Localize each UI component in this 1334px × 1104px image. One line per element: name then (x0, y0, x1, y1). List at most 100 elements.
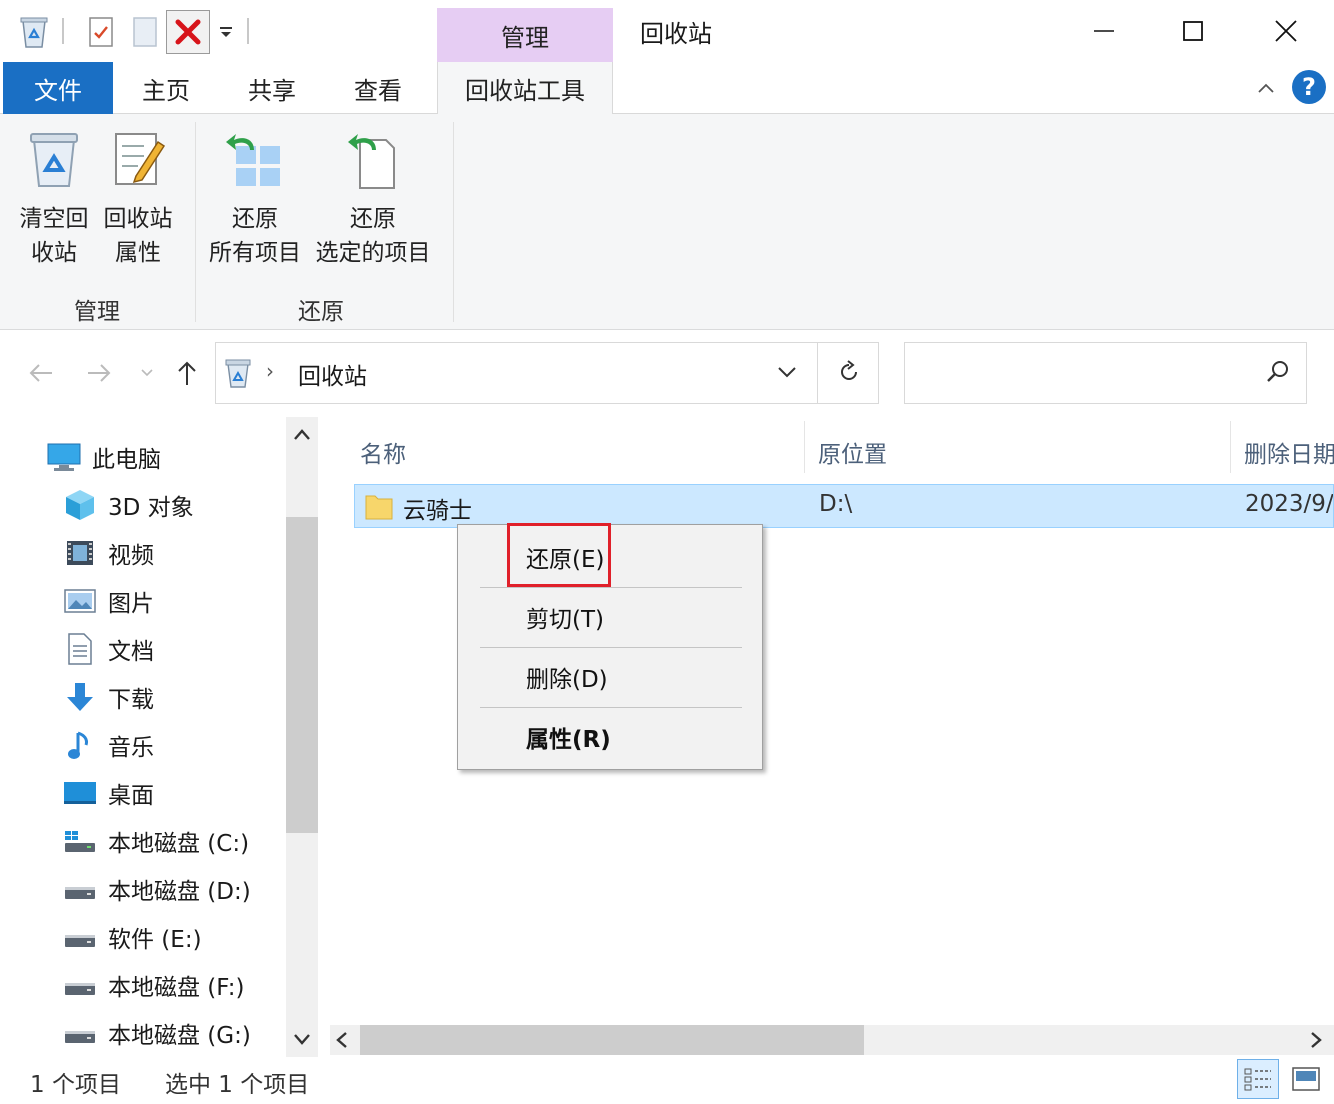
scroll-left-icon[interactable] (334, 1030, 354, 1050)
help-icon[interactable]: ? (1292, 70, 1326, 104)
tab-file[interactable]: 文件 (3, 62, 113, 114)
nav-scroll-thumb[interactable] (286, 517, 318, 833)
recent-locations-button[interactable] (136, 353, 158, 393)
recycle-bin-app-icon[interactable] (16, 10, 52, 54)
file-location: D:\ (819, 491, 853, 517)
customize-toolbar-icon[interactable] (214, 10, 238, 54)
nav-item-drive-d[interactable]: 本地磁盘 (D:) (62, 866, 251, 912)
blank-page-quick-icon[interactable] (128, 10, 162, 54)
nav-label: 本地磁盘 (C:) (108, 831, 250, 857)
menu-separator (480, 707, 742, 708)
delete-quick-icon[interactable] (166, 10, 210, 54)
restore-all-label-2: 所有项目 (209, 240, 301, 266)
tab-share[interactable]: 共享 (221, 62, 323, 114)
breadcrumb-chevron-icon[interactable]: › (266, 359, 274, 383)
search-box[interactable] (904, 342, 1307, 404)
restore-selected-icon (341, 124, 405, 194)
forward-button[interactable] (80, 353, 118, 393)
nav-item-drive-e[interactable]: 软件 (E:) (62, 914, 202, 960)
menu-item-delete[interactable]: 删除(D) (458, 649, 762, 705)
nav-item-3d-objects[interactable]: 3D 对象 (62, 482, 194, 528)
refresh-icon[interactable] (836, 359, 864, 387)
tab-recycle-bin-tools[interactable]: 回收站工具 (437, 62, 613, 115)
manage-context-tab[interactable]: 管理 (437, 8, 613, 62)
collapse-ribbon-icon[interactable] (1252, 74, 1280, 102)
column-header-location[interactable]: 原位置 (818, 427, 887, 477)
item-count: 1 个项目 (30, 1072, 121, 1098)
menu-item-properties[interactable]: 属性(R) (458, 709, 762, 765)
nav-item-drive-f[interactable]: 本地磁盘 (F:) (62, 962, 244, 1008)
desktop-icon (62, 775, 98, 811)
address-divider (817, 343, 818, 403)
nav-label: 视频 (108, 543, 154, 569)
menu-item-cut[interactable]: 剪切(T) (458, 589, 762, 645)
nav-item-drive-g[interactable]: 本地磁盘 (G:) (62, 1010, 251, 1056)
horizontal-scrollbar[interactable] (330, 1025, 1334, 1055)
restore-selected-label-1: 还原 (350, 206, 396, 232)
details-view-icon[interactable] (1237, 1059, 1279, 1099)
minimize-button[interactable] (1074, 8, 1134, 54)
up-button[interactable] (170, 353, 204, 393)
nav-label: 本地磁盘 (G:) (108, 1023, 251, 1049)
scroll-right-icon[interactable] (1308, 1030, 1328, 1050)
ribbon-panel: 清空回 收站 回收站 属性 还原 所有项目 还原 选定的项目 管理 还原 (0, 114, 1334, 330)
empty-recycle-bin-button[interactable]: 清空回 收站 (14, 124, 94, 270)
menu-label: 属性(R) (526, 727, 611, 753)
properties-label-2: 属性 (115, 240, 161, 266)
drive-icon (62, 967, 98, 1003)
menu-label: 删除(D) (526, 667, 608, 693)
nav-scrollbar[interactable] (286, 417, 318, 1057)
search-icon[interactable] (1265, 359, 1293, 387)
status-bar: 1 个项目 选中 1 个项目 (0, 1057, 1334, 1104)
large-icons-view-icon[interactable] (1286, 1059, 1326, 1099)
column-divider[interactable] (804, 421, 805, 473)
restore-selected-button[interactable]: 还原 选定的项目 (310, 124, 436, 270)
nav-label: 图片 (108, 591, 154, 617)
column-header-name[interactable]: 名称 (360, 427, 406, 477)
nav-item-this-pc[interactable]: 此电脑 (46, 434, 161, 480)
recycle-bin-icon (224, 357, 254, 389)
nav-item-desktop[interactable]: 桌面 (62, 770, 154, 816)
tab-home[interactable]: 主页 (115, 62, 217, 114)
computer-icon (46, 439, 82, 475)
group-divider (195, 122, 196, 322)
tab-view[interactable]: 查看 (327, 62, 429, 114)
column-divider[interactable] (1230, 421, 1231, 473)
table-row[interactable]: 云骑士 D:\ 2023/9/ (354, 484, 1334, 528)
close-button[interactable] (1256, 8, 1316, 54)
nav-item-pictures[interactable]: 图片 (62, 578, 154, 624)
nav-label: 文档 (108, 639, 154, 665)
nav-label: 此电脑 (92, 447, 161, 473)
recycle-bin-icon (22, 124, 86, 194)
horizontal-scroll-thumb[interactable] (360, 1025, 864, 1055)
menu-label: 剪切(T) (526, 607, 604, 633)
nav-item-documents[interactable]: 文档 (62, 626, 154, 672)
selected-count: 选中 1 个项目 (165, 1072, 310, 1098)
nav-label: 下载 (108, 687, 154, 713)
nav-item-drive-c[interactable]: 本地磁盘 (C:) (62, 818, 249, 864)
nav-item-videos[interactable]: 视频 (62, 530, 154, 576)
download-icon (62, 679, 98, 715)
address-history-icon[interactable] (776, 361, 800, 385)
empty-label-1: 清空回 (19, 206, 89, 232)
column-header-deleted-date[interactable]: 删除日期 (1244, 427, 1334, 477)
properties-label-1: 回收站 (103, 206, 173, 232)
maximize-button[interactable] (1163, 8, 1223, 54)
nav-item-music[interactable]: 音乐 (62, 722, 154, 768)
highlight-box (507, 523, 611, 587)
restore-all-button[interactable]: 还原 所有项目 (204, 124, 306, 270)
restore-all-icon (223, 124, 287, 194)
scroll-up-icon[interactable] (292, 427, 312, 445)
drive-icon (62, 919, 98, 955)
address-bar[interactable]: › 回收站 (215, 342, 879, 404)
scroll-down-icon[interactable] (292, 1031, 312, 1049)
back-button[interactable] (22, 353, 60, 393)
breadcrumb-current[interactable]: 回收站 (298, 357, 367, 391)
properties-quick-icon[interactable] (84, 10, 118, 54)
drive-icon (62, 871, 98, 907)
recycle-bin-properties-button[interactable]: 回收站 属性 (98, 124, 178, 270)
navigation-pane: 此电脑 3D 对象 视频 图片 文档 下载 音乐 桌面 本地磁盘 (C:) 本地… (0, 417, 318, 1057)
nav-item-downloads[interactable]: 下载 (62, 674, 154, 720)
menu-separator (480, 647, 742, 648)
system-drive-icon (62, 823, 98, 859)
